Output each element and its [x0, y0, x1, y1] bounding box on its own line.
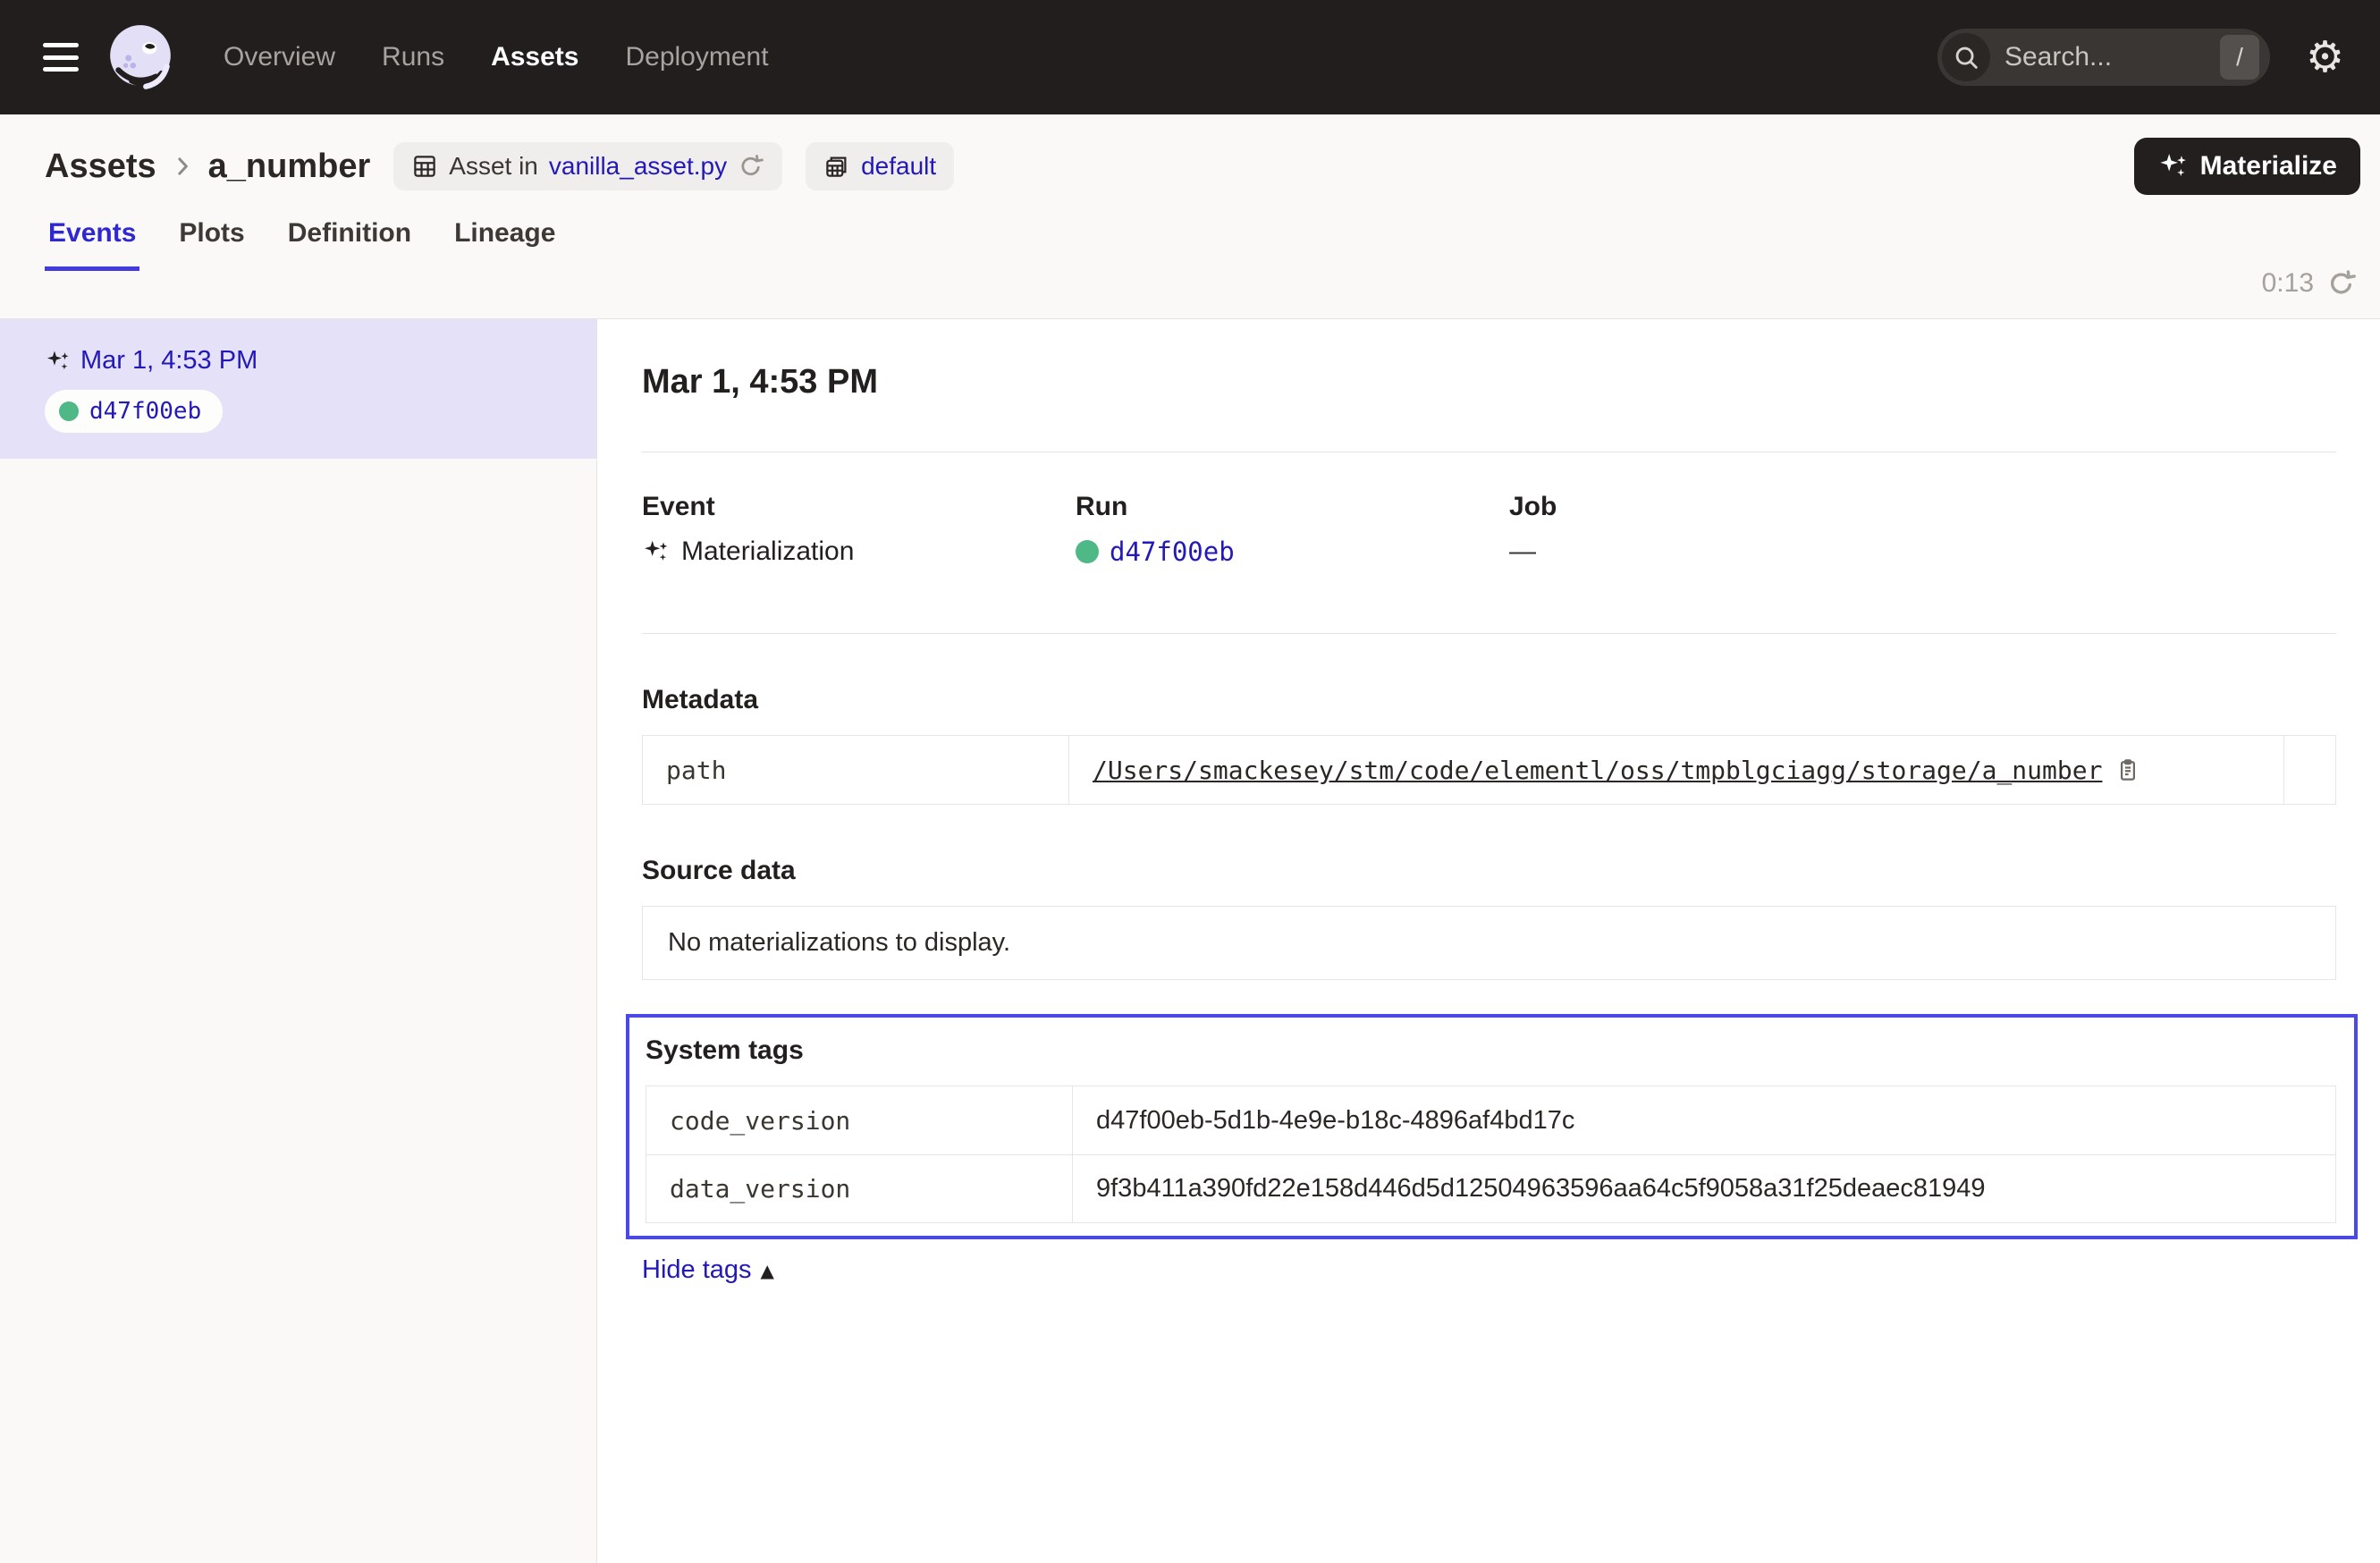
- reload-location-icon[interactable]: [738, 153, 764, 180]
- table-row: code_version d47f00eb-5d1b-4e9e-b18c-489…: [646, 1086, 2335, 1154]
- event-detail-title: Mar 1, 4:53 PM: [642, 363, 2336, 401]
- system-tags-highlight-box: System tags code_version d47f00eb-5d1b-4…: [626, 1014, 2358, 1239]
- slash-shortcut-badge: /: [2220, 35, 2259, 80]
- dagster-logo[interactable]: [104, 21, 177, 94]
- asset-location-prefix: Asset in: [449, 152, 538, 181]
- materialization-sparkle-icon: [642, 537, 671, 566]
- system-tags-heading: System tags: [646, 1035, 2336, 1066]
- event-timestamp-link[interactable]: Mar 1, 4:53 PM: [80, 346, 257, 376]
- summary-job-column: Job —: [1509, 492, 2336, 567]
- event-summary: Event Materialization Run: [642, 492, 2336, 567]
- nav-item-assets[interactable]: Assets: [491, 42, 578, 72]
- breadcrumb-assets-link[interactable]: Assets: [45, 148, 156, 186]
- refresh-icon[interactable]: [2326, 268, 2357, 299]
- nav-item-deployment[interactable]: Deployment: [625, 42, 768, 72]
- sparkle-icon: [2157, 150, 2190, 182]
- events-sidebar: Mar 1, 4:53 PM d47f00eb: [0, 319, 597, 1563]
- divider: [642, 633, 2336, 634]
- caret-up-icon: ▲: [761, 1260, 774, 1281]
- source-data-box: No materializations to display.: [642, 906, 2336, 980]
- tab-plots[interactable]: Plots: [175, 209, 248, 271]
- tab-events[interactable]: Events: [45, 209, 139, 271]
- materialization-sparkle-icon: [45, 348, 72, 375]
- table-row: path /Users/smackesey/stm/code/elementl/…: [643, 736, 2335, 804]
- run-id: d47f00eb: [89, 398, 201, 425]
- tag-value: 9f3b411a390fd22e158d446d5d12504963596aa6…: [1073, 1155, 2335, 1222]
- asset-header-row: Assets a_number Asset in vanilla_asset.p…: [0, 114, 2380, 195]
- materialize-button[interactable]: Materialize: [2134, 138, 2360, 195]
- nav-item-overview[interactable]: Overview: [224, 42, 335, 72]
- page-header: Assets a_number Asset in vanilla_asset.p…: [0, 114, 2380, 318]
- copy-path-button[interactable]: [2114, 756, 2141, 783]
- refresh-zone: 0:13: [2262, 268, 2357, 299]
- hamburger-icon: [43, 43, 79, 47]
- asset-name: a_number: [208, 148, 371, 186]
- materialize-label: Materialize: [2200, 151, 2337, 182]
- metadata-key: path: [643, 736, 1069, 804]
- asset-location-badge: Asset in vanilla_asset.py: [393, 142, 782, 190]
- hide-tags-label: Hide tags: [642, 1255, 752, 1285]
- event-list-item[interactable]: Mar 1, 4:53 PM d47f00eb: [0, 319, 596, 459]
- run-badge[interactable]: d47f00eb: [45, 390, 223, 433]
- settings-gear-button[interactable]: ⚙: [2306, 36, 2344, 79]
- event-type-value: Materialization: [681, 536, 854, 567]
- hamburger-menu-button[interactable]: [43, 43, 79, 72]
- event-label: Event: [642, 492, 1076, 522]
- run-id-link[interactable]: d47f00eb: [1110, 536, 1235, 567]
- table-row: data_version 9f3b411a390fd22e158d446d5d1…: [646, 1154, 2335, 1222]
- clipboard-icon: [2114, 756, 2141, 783]
- search-box[interactable]: /: [1937, 29, 2270, 86]
- tag-value: d47f00eb-5d1b-4e9e-b18c-4896af4bd17c: [1073, 1086, 2335, 1154]
- tab-lineage[interactable]: Lineage: [451, 209, 559, 271]
- search-icon: [1942, 33, 1990, 81]
- source-data-empty-message: No materializations to display.: [668, 928, 1010, 957]
- run-label: Run: [1076, 492, 1509, 522]
- repo-icon: [823, 153, 850, 180]
- repo-link[interactable]: default: [861, 152, 936, 181]
- metadata-heading: Metadata: [642, 685, 2336, 715]
- tag-key: code_version: [646, 1086, 1073, 1154]
- breadcrumb-chevron-icon: [169, 153, 196, 180]
- job-label: Job: [1509, 492, 2336, 522]
- main-nav: Overview Runs Assets Deployment: [224, 42, 769, 72]
- job-value: —: [1509, 536, 2336, 567]
- summary-event-column: Event Materialization: [642, 492, 1076, 567]
- source-data-heading: Source data: [642, 856, 2336, 886]
- metadata-table: path /Users/smackesey/stm/code/elementl/…: [642, 735, 2336, 805]
- system-tags-table: code_version d47f00eb-5d1b-4e9e-b18c-489…: [646, 1086, 2336, 1223]
- breadcrumb: Assets a_number: [45, 148, 370, 186]
- event-detail-panel: Mar 1, 4:53 PM Event Materialization: [597, 319, 2380, 1563]
- event-timestamp-row: Mar 1, 4:53 PM: [45, 346, 578, 376]
- tab-definition[interactable]: Definition: [284, 209, 415, 271]
- tag-key: data_version: [646, 1155, 1073, 1222]
- repo-badge: default: [806, 142, 954, 190]
- run-status-dot: [59, 401, 79, 421]
- content-area: Mar 1, 4:53 PM d47f00eb Mar 1, 4:53 PM E…: [0, 318, 2380, 1563]
- summary-run-column: Run d47f00eb: [1076, 492, 1509, 567]
- run-status-dot: [1076, 540, 1099, 563]
- asset-file-link[interactable]: vanilla_asset.py: [549, 152, 727, 181]
- hide-tags-link[interactable]: Hide tags ▲: [642, 1255, 774, 1285]
- asset-tabs: Events Plots Definition Lineage: [0, 195, 2380, 271]
- search-input[interactable]: [2004, 42, 2220, 72]
- top-nav: Overview Runs Assets Deployment / ⚙: [0, 0, 2380, 114]
- nav-item-runs[interactable]: Runs: [382, 42, 444, 72]
- app-root: Overview Runs Assets Deployment / ⚙ Asse…: [0, 0, 2380, 1563]
- refresh-countdown: 0:13: [2262, 268, 2314, 299]
- asset-grid-icon: [411, 153, 438, 180]
- metadata-path-link[interactable]: /Users/smackesey/stm/code/elementl/oss/t…: [1093, 756, 2102, 785]
- metadata-extra-cell: [2283, 736, 2335, 804]
